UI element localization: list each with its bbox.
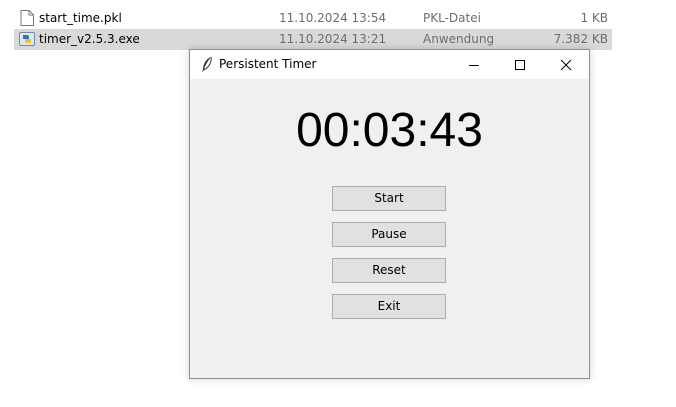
file-row-start-time[interactable]: start_time.pkl 11.10.2024 13:54 PKL-Date… [14, 8, 612, 29]
maximize-icon [515, 60, 525, 70]
file-date: 11.10.2024 13:21 [279, 32, 387, 46]
file-type: PKL-Datei [423, 11, 481, 25]
minimize-button[interactable] [451, 50, 497, 79]
file-size: 7.382 KB [553, 32, 608, 46]
document-icon [20, 10, 34, 26]
exit-button[interactable]: Exit [332, 294, 446, 319]
file-name: start_time.pkl [39, 11, 122, 25]
title-bar[interactable]: Persistent Timer [190, 50, 589, 79]
file-type: Anwendung [423, 32, 495, 46]
close-button[interactable] [543, 50, 589, 79]
pause-button[interactable]: Pause [332, 222, 446, 247]
start-button[interactable]: Start [332, 186, 446, 211]
reset-button[interactable]: Reset [332, 258, 446, 283]
window-title: Persistent Timer [219, 57, 317, 71]
file-name: timer_v2.5.3.exe [39, 32, 140, 46]
timer-display: 00:03:43 [296, 104, 483, 157]
file-date: 11.10.2024 13:54 [279, 11, 387, 25]
maximize-button[interactable] [497, 50, 543, 79]
minimize-icon [469, 65, 479, 66]
feather-icon [202, 56, 212, 72]
timer-window: Persistent Timer 00:03:43 Start Pause Re… [189, 49, 590, 379]
close-icon [560, 59, 572, 71]
file-row-timer-exe[interactable]: timer_v2.5.3.exe 11.10.2024 13:21 Anwend… [14, 29, 612, 50]
file-size: 1 KB [580, 11, 608, 25]
python-exe-icon [19, 32, 35, 46]
